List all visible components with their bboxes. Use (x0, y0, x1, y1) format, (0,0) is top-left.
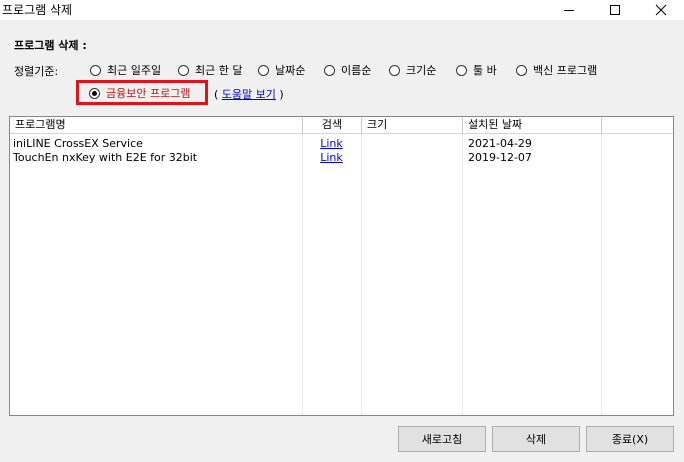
radio-checked-icon (89, 87, 100, 99)
radio-by-size[interactable]: 크기순 (389, 63, 436, 77)
radio-label: 최근 일주일 (107, 64, 162, 77)
help-paren-open: ( (214, 88, 219, 101)
help-link[interactable]: 도움말 보기 (222, 88, 276, 101)
maximize-button[interactable] (592, 0, 638, 20)
minimize-icon (564, 10, 574, 11)
column-divider (601, 134, 602, 415)
column-header-size[interactable]: 크기 (362, 117, 463, 133)
radio-financial-security[interactable]: 금융보안 프로그램 (89, 86, 190, 100)
radio-label: 툴 바 (473, 64, 497, 77)
table-row[interactable]: iniLINE CrossEX Service Link 2021-04-29 (10, 137, 673, 151)
radio-by-name[interactable]: 이름순 (324, 63, 371, 77)
column-header-search[interactable]: 검색 (303, 117, 362, 133)
minimize-button[interactable] (546, 0, 592, 20)
radio-label: 백신 프로그램 (533, 64, 598, 77)
table-header: 프로그램명 검색 크기 설치된 날짜 (10, 117, 673, 134)
radio-by-date[interactable]: 날짜순 (258, 63, 305, 77)
radio-toolbar[interactable]: 툴 바 (456, 63, 497, 77)
install-date: 2021-04-29 (468, 137, 532, 150)
section-title: 프로그램 삭제 : (14, 39, 87, 52)
sort-label: 정렬기준: (14, 65, 59, 78)
radio-button-icon (178, 64, 189, 76)
radio-label: 크기순 (406, 64, 437, 77)
radio-button-icon (90, 64, 101, 76)
radio-button-icon (324, 64, 335, 76)
title-bar: 프로그램 삭제 (0, 0, 684, 20)
delete-button[interactable]: 삭제 (492, 426, 580, 452)
search-link[interactable]: Link (302, 137, 361, 151)
close-button[interactable] (638, 0, 684, 20)
program-list[interactable]: 프로그램명 검색 크기 설치된 날짜 iniLINE CrossEX Servi… (9, 116, 674, 416)
column-divider (361, 134, 362, 415)
program-name: TouchEn nxKey with E2E for 32bit (13, 151, 198, 164)
radio-label: 최근 한 달 (195, 64, 243, 77)
close-icon (655, 4, 667, 16)
table-row[interactable]: TouchEn nxKey with E2E for 32bit Link 20… (10, 151, 673, 165)
radio-button-icon (258, 64, 269, 76)
radio-recent-week[interactable]: 최근 일주일 (90, 63, 161, 77)
radio-recent-month[interactable]: 최근 한 달 (178, 63, 242, 77)
radio-label: 금융보안 프로그램 (106, 87, 191, 100)
exit-button[interactable]: 종료(X) (586, 426, 674, 452)
radio-label: 이름순 (341, 64, 372, 77)
refresh-button[interactable]: 새로고침 (398, 426, 486, 452)
help-paren-close: ) (279, 88, 284, 101)
maximize-icon (610, 5, 620, 15)
radio-button-icon (389, 64, 400, 76)
window-title: 프로그램 삭제 (2, 3, 73, 17)
radio-antivirus[interactable]: 백신 프로그램 (516, 63, 597, 77)
search-link[interactable]: Link (302, 151, 361, 165)
column-header-date[interactable]: 설치된 날짜 (463, 117, 602, 133)
column-divider (462, 134, 463, 415)
column-divider (302, 134, 303, 415)
dialog-body: 프로그램 삭제 : 정렬기준: 최근 일주일 최근 한 달 날짜순 이름순 크기… (0, 20, 684, 462)
radio-label: 날짜순 (275, 64, 306, 77)
radio-button-icon (456, 64, 467, 76)
program-name: iniLINE CrossEX Service (13, 137, 143, 150)
help-area: ( 도움말 보기 ) (214, 86, 284, 102)
install-date: 2019-12-07 (468, 151, 532, 164)
column-header-name[interactable]: 프로그램명 (10, 117, 303, 133)
radio-button-icon (516, 64, 527, 76)
